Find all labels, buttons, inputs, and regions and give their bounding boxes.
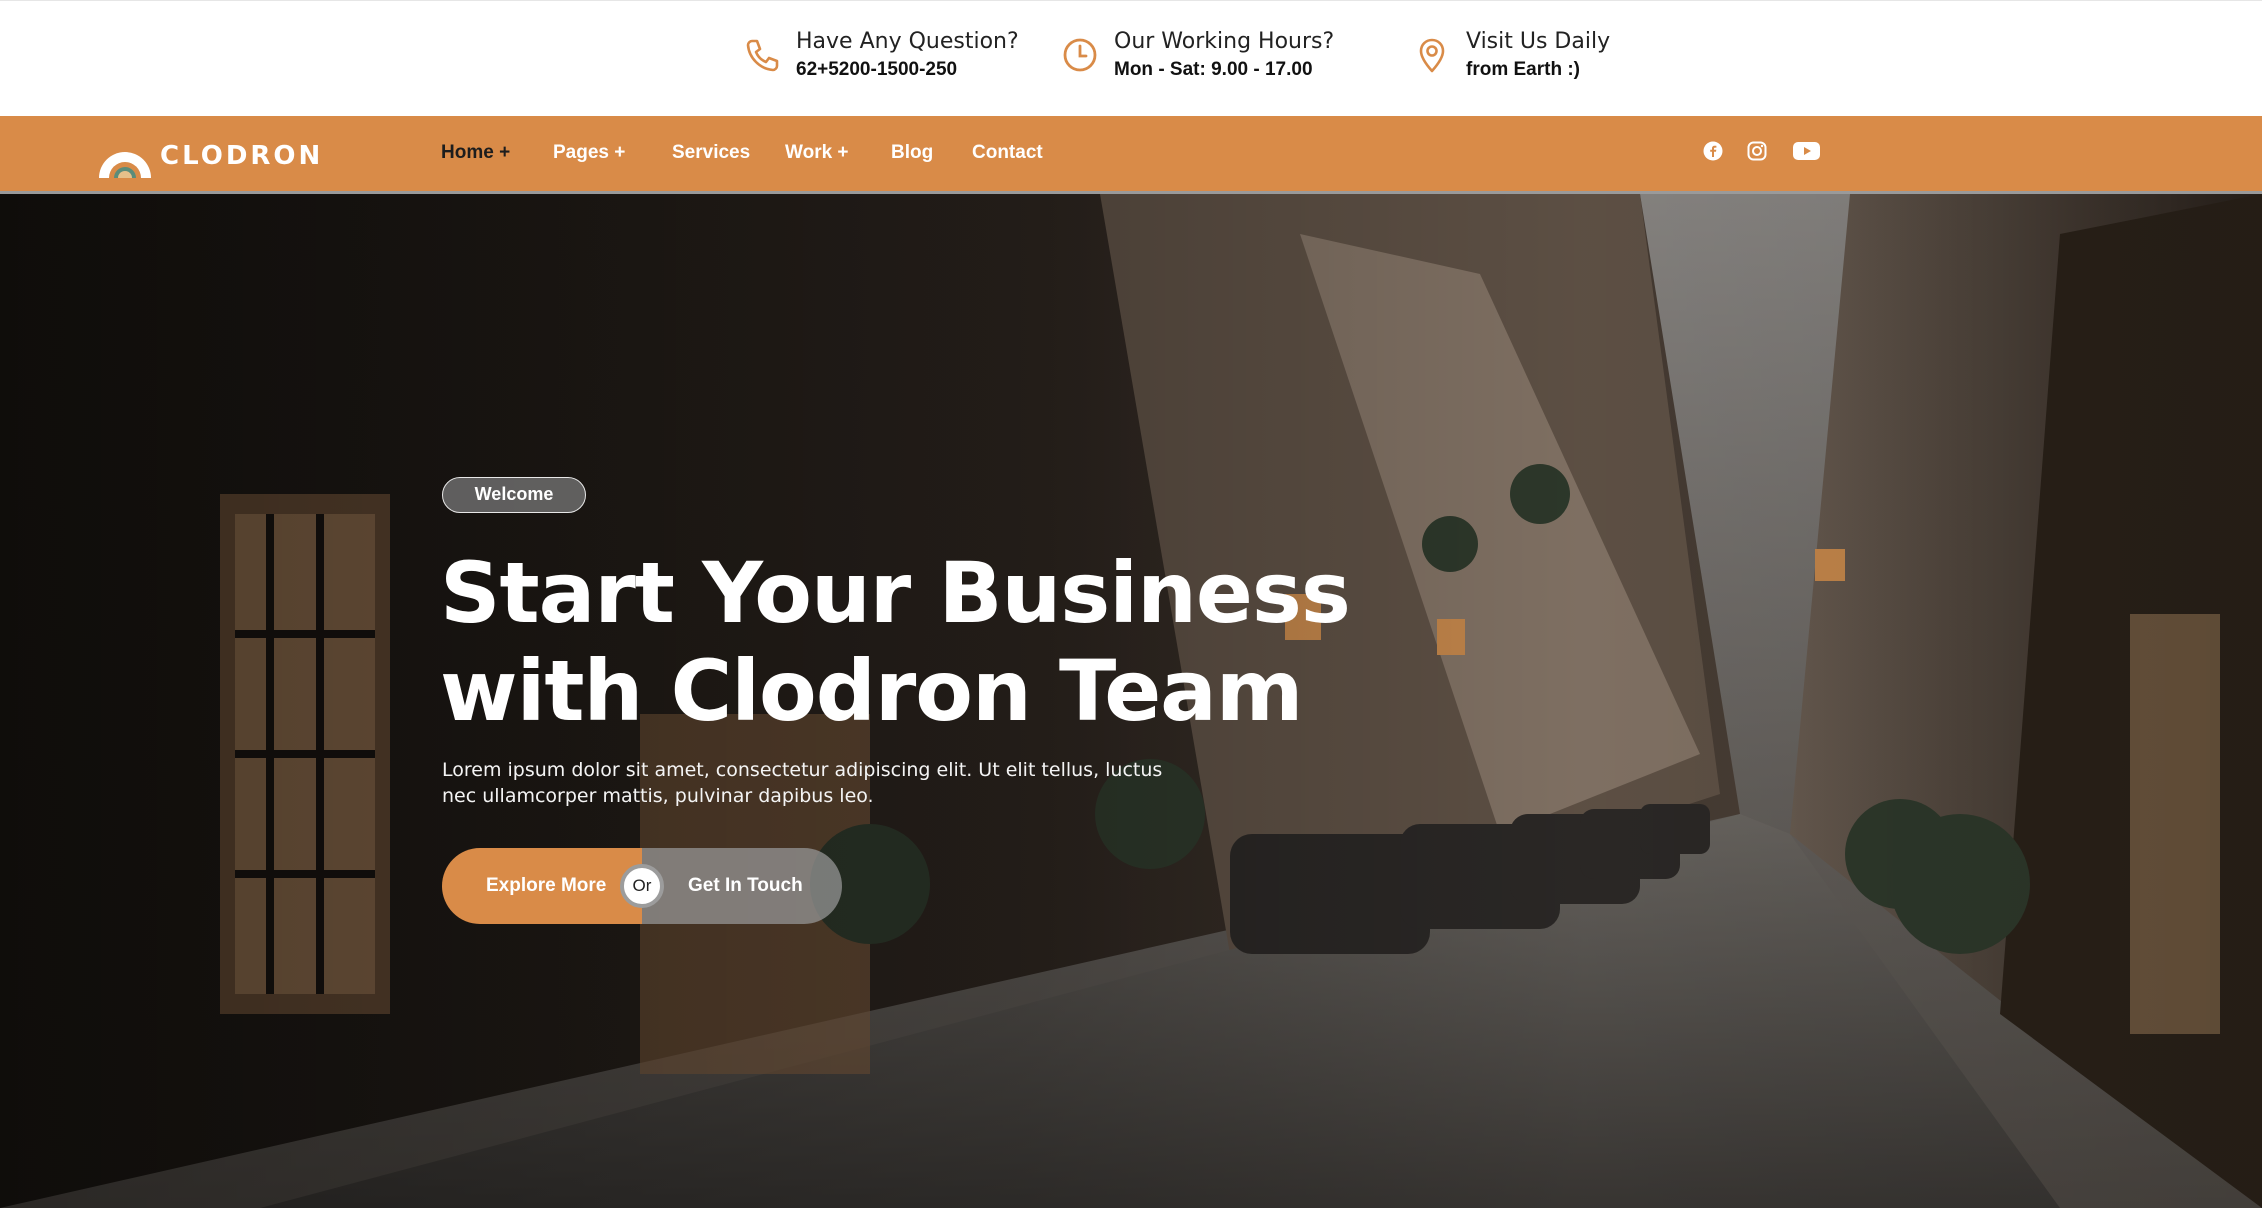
- nav-item-blog[interactable]: Blog: [891, 142, 933, 164]
- main-navbar: CLODRON Home + Pages + Services Work + B…: [0, 116, 2262, 194]
- logo-mark-icon: [99, 152, 151, 178]
- hero-headline: Start Your Business with Clodron Team: [440, 544, 1351, 740]
- info-label: Have Any Question?: [796, 29, 1019, 54]
- nav-item-pages[interactable]: Pages +: [553, 142, 625, 164]
- description-line: nec ullamcorper mattis, pulvinar dapibus…: [442, 785, 874, 807]
- instagram-icon[interactable]: [1747, 141, 1767, 167]
- headline-line: with Clodron Team: [440, 642, 1303, 740]
- hero-section: Welcome Start Your Business with Clodron…: [0, 194, 2262, 1208]
- info-hours: Our Working Hours? Mon - Sat: 9.00 - 17.…: [1060, 27, 1334, 87]
- info-label: Visit Us Daily: [1466, 29, 1611, 54]
- phone-number[interactable]: 62+5200-1500-250: [796, 57, 1019, 83]
- info-location: Visit Us Daily from Earth :): [1412, 27, 1610, 87]
- location-text: from Earth :): [1466, 59, 1580, 80]
- nav-item-work[interactable]: Work +: [785, 142, 849, 164]
- welcome-badge: Welcome: [442, 477, 586, 513]
- description-line: Lorem ipsum dolor sit amet, consectetur …: [442, 759, 1163, 781]
- explore-more-button[interactable]: Explore More: [442, 848, 642, 924]
- nav-item-contact[interactable]: Contact: [972, 142, 1043, 164]
- youtube-icon[interactable]: [1793, 141, 1820, 167]
- phone-icon: [742, 35, 782, 75]
- get-in-touch-button[interactable]: Get In Touch: [642, 848, 842, 924]
- info-label: Our Working Hours?: [1114, 29, 1335, 54]
- map-pin-icon: [1412, 35, 1452, 75]
- nav-item-home[interactable]: Home +: [441, 142, 510, 164]
- clock-icon: [1060, 35, 1100, 75]
- brand-name: CLODRON: [160, 141, 324, 171]
- hero-description: Lorem ipsum dolor sit amet, consectetur …: [442, 757, 1163, 809]
- nav-item-services[interactable]: Services: [672, 142, 750, 164]
- hero-cta-group: Explore More Get In Touch Or: [442, 848, 842, 924]
- headline-line: Start Your Business: [440, 544, 1351, 642]
- info-question[interactable]: Have Any Question? 62+5200-1500-250: [742, 27, 1019, 87]
- top-info-bar: Have Any Question? 62+5200-1500-250 Our …: [0, 0, 2262, 116]
- working-hours: Mon - Sat: 9.00 - 17.00: [1114, 59, 1313, 80]
- facebook-icon[interactable]: [1703, 141, 1723, 167]
- logo[interactable]: CLODRON: [96, 136, 324, 178]
- or-separator: Or: [620, 864, 664, 908]
